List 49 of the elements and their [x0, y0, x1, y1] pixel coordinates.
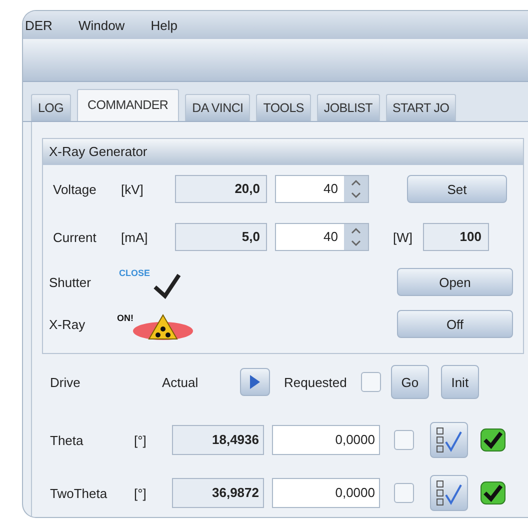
go-button[interactable]: Go: [390, 365, 429, 399]
play-icon: [248, 374, 262, 390]
unit-label: [kV]: [121, 182, 144, 196]
spin-field[interactable]: 40: [275, 175, 369, 203]
spin-field[interactable]: 40: [275, 223, 369, 251]
spinner-arrows-icon[interactable]: [344, 224, 368, 250]
tab[interactable]: COMMANDER: [76, 89, 180, 121]
checkbox[interactable]: [360, 372, 381, 392]
column-label: Requested: [284, 374, 347, 390]
actual-value: 5,0: [175, 223, 267, 251]
requested-field[interactable]: 0,0000: [272, 478, 380, 508]
group-title: X-Ray Generator: [43, 139, 523, 165]
unit-label: [W]: [393, 230, 412, 244]
axis-label: TwoTheta: [50, 486, 108, 500]
power-field[interactable]: 100: [422, 223, 488, 251]
field-label: Drive: [50, 374, 82, 390]
menu-item[interactable]: DER: [25, 18, 52, 32]
actual-value: 18,4936: [172, 425, 264, 455]
checklist-button[interactable]: [430, 475, 468, 511]
unit-label: [°]: [134, 432, 148, 448]
open-button[interactable]: Open: [397, 268, 513, 296]
field-label: X-Ray: [49, 316, 86, 332]
menu-item[interactable]: Help: [150, 18, 178, 32]
tab[interactable]: LOG: [31, 94, 70, 121]
checklist-button[interactable]: [430, 422, 468, 458]
field-label: Voltage: [53, 182, 98, 196]
actual-value: 20,0: [175, 175, 267, 203]
init-button[interactable]: Init: [440, 365, 479, 399]
play-button[interactable]: [240, 368, 270, 396]
checkbox[interactable]: [394, 430, 414, 450]
tab[interactable]: START JO: [386, 94, 456, 121]
unit-label: [°]: [134, 486, 148, 500]
column-label: Actual: [162, 374, 200, 390]
set-button[interactable]: Set: [407, 175, 507, 203]
tab[interactable]: TOOLS: [256, 94, 311, 121]
axis-label: Theta: [50, 432, 84, 448]
checklist-icon: [435, 479, 463, 507]
checkbox[interactable]: [394, 483, 414, 503]
tab[interactable]: DA VINCI: [185, 94, 250, 121]
spinner-arrows-icon[interactable]: [344, 176, 368, 202]
field-label: Current: [53, 230, 98, 244]
field-label: Shutter: [49, 274, 92, 290]
checklist-icon: [435, 426, 463, 454]
unit-label: [mA]: [121, 230, 149, 244]
actual-value: 36,9872: [172, 478, 264, 508]
tab[interactable]: JOBLIST: [316, 94, 380, 121]
off-button[interactable]: Off: [397, 310, 513, 338]
menu-item[interactable]: Window: [78, 18, 125, 32]
requested-field[interactable]: 0,0000: [272, 425, 380, 455]
